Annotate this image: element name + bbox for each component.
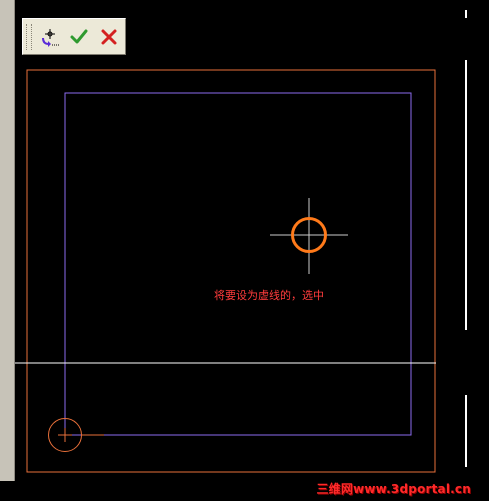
check-icon (70, 29, 88, 43)
confirm-button[interactable] (66, 23, 94, 51)
cad-drawing[interactable] (0, 0, 489, 501)
bottom-bar: 三维网www.3dportal.cn (0, 481, 489, 501)
pick-point-button[interactable] (36, 23, 64, 51)
watermark-text: 三维网www.3dportal.cn (316, 482, 471, 496)
floating-toolbar (22, 18, 126, 55)
selected-circle-marker[interactable] (270, 198, 348, 274)
hint-text: 将要设为虚线的，选中 (214, 289, 324, 302)
right-mark-middle (465, 60, 467, 330)
cancel-button[interactable] (95, 23, 123, 51)
pick-point-icon (41, 28, 59, 47)
right-mark-bottom (465, 395, 467, 467)
close-icon (101, 29, 117, 44)
right-mark-top (465, 10, 467, 18)
toolbar-grip[interactable] (26, 23, 32, 50)
inner-rectangle[interactable] (64, 92, 412, 436)
outer-rectangle[interactable] (26, 69, 436, 473)
